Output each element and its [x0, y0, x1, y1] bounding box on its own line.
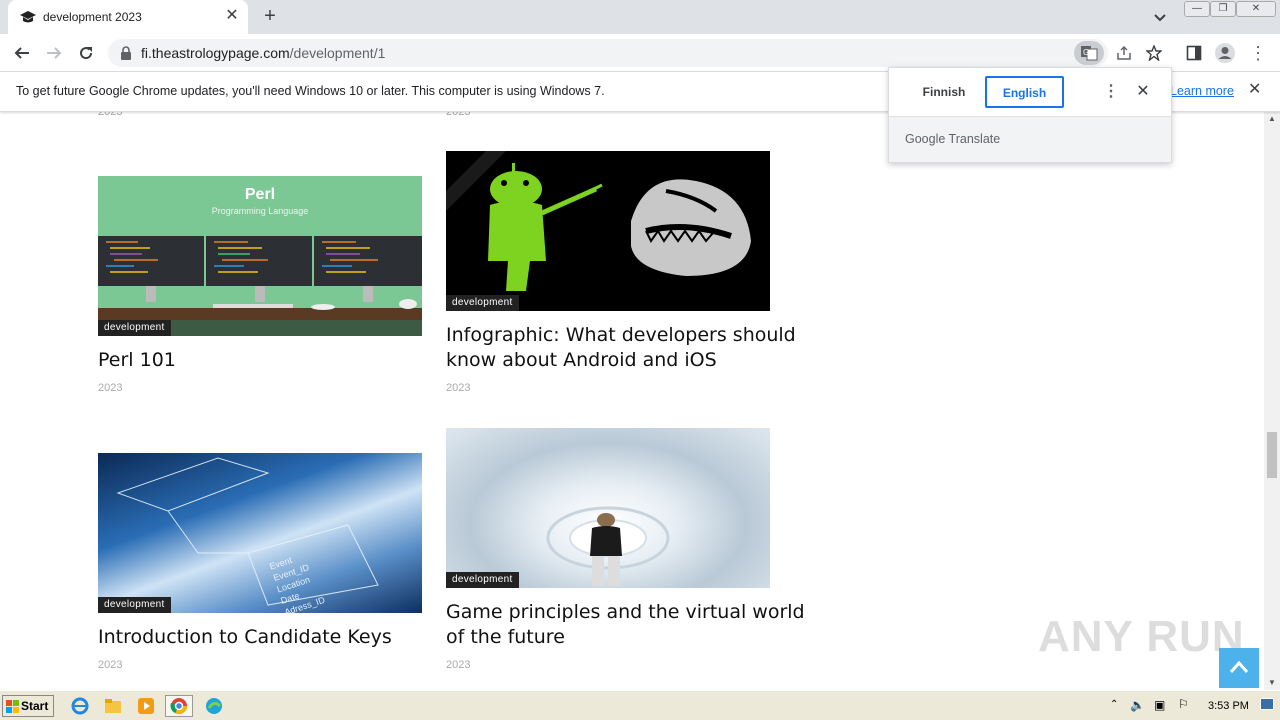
address-bar[interactable]: fi.theastrologypage.com/development/1 G — [108, 39, 1163, 67]
post-title[interactable]: Perl 101 — [98, 348, 458, 373]
post-thumbnail-perl[interactable]: Perl Programming Language development — [98, 176, 422, 336]
translate-options-icon[interactable]: ⋮ — [1103, 82, 1119, 102]
source-language-tab[interactable]: Finnish — [903, 76, 985, 108]
post-thumbnail-android[interactable]: development — [446, 151, 770, 311]
chrome-taskbar-icon[interactable] — [165, 695, 193, 717]
svg-text:G: G — [1083, 48, 1089, 57]
windows-taskbar: Start ⌃ 🔈 ▣ ⚐ 3:53 PM — [0, 690, 1280, 720]
category-tag[interactable]: development — [446, 572, 519, 588]
side-panel-icon[interactable] — [1182, 41, 1206, 65]
share-icon[interactable] — [1112, 41, 1136, 65]
target-language-tab[interactable]: English — [985, 76, 1064, 108]
page-content: 2023 2023 Perl Programming Language deve… — [0, 112, 1264, 690]
translate-popup: Finnish English ⋮ ✕ Google Translate — [888, 67, 1172, 163]
browser-menu-icon[interactable]: ⋮ — [1246, 41, 1270, 65]
edge-icon[interactable] — [200, 695, 228, 717]
category-tag[interactable]: development — [98, 320, 171, 336]
page-scrollbar[interactable]: ▲ ▼ — [1264, 112, 1280, 690]
post-date: 2023 — [446, 659, 471, 671]
category-tag[interactable]: development — [446, 295, 519, 311]
tab-title: development 2023 — [43, 10, 142, 24]
network-icon[interactable]: ▣ — [1154, 698, 1165, 712]
translate-footer: Google Translate — [889, 116, 1171, 162]
bookmark-star-icon[interactable] — [1142, 41, 1166, 65]
minimize-button[interactable]: — — [1184, 1, 1210, 17]
url-text[interactable]: fi.theastrologypage.com/development/1 — [141, 45, 385, 61]
learn-more-link[interactable]: Learn more — [1170, 84, 1234, 98]
post-date: 2023 — [446, 112, 471, 118]
file-explorer-icon[interactable] — [99, 695, 127, 717]
scroll-up-arrow-icon[interactable]: ▲ — [1268, 114, 1276, 123]
start-label: Start — [21, 699, 49, 713]
tab-search-chevron-icon[interactable] — [1150, 7, 1170, 27]
post-date: 2023 — [446, 382, 471, 394]
new-tab-button[interactable]: + — [258, 6, 282, 28]
android-dinosaur-illustration — [446, 151, 751, 291]
post-thumbnail-virtual-world[interactable]: development — [446, 428, 770, 588]
post-date: 2023 — [98, 382, 123, 394]
reload-icon[interactable] — [74, 41, 98, 65]
restore-button[interactable]: ❐ — [1210, 1, 1236, 17]
graduation-cap-icon — [20, 11, 36, 23]
action-center-flag-icon[interactable]: ⚐ — [1178, 697, 1189, 711]
internet-explorer-icon[interactable] — [66, 695, 94, 717]
post-date: 2023 — [98, 659, 123, 671]
media-player-icon[interactable] — [132, 695, 160, 717]
post-title[interactable]: Infographic: What developers should know… — [446, 323, 806, 373]
category-tag[interactable]: development — [98, 597, 171, 613]
back-to-top-button[interactable] — [1219, 648, 1259, 688]
tab-strip: development 2023 ✕ + — ❐ ✕ — [0, 0, 1280, 34]
start-button[interactable]: Start — [2, 695, 54, 717]
lock-icon[interactable] — [120, 46, 132, 60]
tab-close-icon[interactable]: ✕ — [224, 8, 240, 24]
database-schema-illustration: Event Event_ID Location Date Adress_ID — [116, 457, 379, 613]
windows-logo-icon — [6, 700, 19, 713]
translate-close-icon[interactable]: ✕ — [1135, 82, 1151, 102]
anyrun-watermark: ANY RUN — [1038, 612, 1245, 661]
scroll-down-arrow-icon[interactable]: ▼ — [1268, 678, 1276, 687]
translate-icon[interactable]: G — [1074, 41, 1104, 65]
post-title[interactable]: Introduction to Candidate Keys — [98, 625, 458, 650]
volume-icon[interactable]: 🔈 — [1130, 698, 1145, 712]
tray-expand-icon[interactable]: ⌃ — [1110, 699, 1118, 710]
scrollbar-thumb[interactable] — [1267, 432, 1277, 478]
infobar-close-icon[interactable]: ✕ — [1248, 82, 1264, 98]
taskbar-clock[interactable]: 3:53 PM — [1208, 700, 1249, 712]
computer-monitors-illustration — [98, 236, 422, 336]
post-thumbnail-database[interactable]: Event Event_ID Location Date Adress_ID d… — [98, 453, 422, 613]
google-translate-logo: Google Translate — [905, 132, 1001, 146]
show-desktop-icon[interactable] — [1260, 698, 1274, 710]
back-icon[interactable] — [10, 41, 34, 65]
tab-development[interactable]: development 2023 ✕ — [8, 0, 248, 34]
close-window-button[interactable]: ✕ — [1236, 1, 1276, 17]
post-date: 2023 — [98, 112, 123, 118]
post-title[interactable]: Game principles and the virtual world of… — [446, 600, 806, 650]
vortex-person-illustration — [546, 506, 670, 586]
forward-icon[interactable] — [42, 41, 66, 65]
infobar-message: To get future Google Chrome updates, you… — [16, 84, 605, 98]
chevron-up-icon — [1229, 660, 1249, 673]
profile-avatar-icon[interactable] — [1213, 41, 1237, 65]
